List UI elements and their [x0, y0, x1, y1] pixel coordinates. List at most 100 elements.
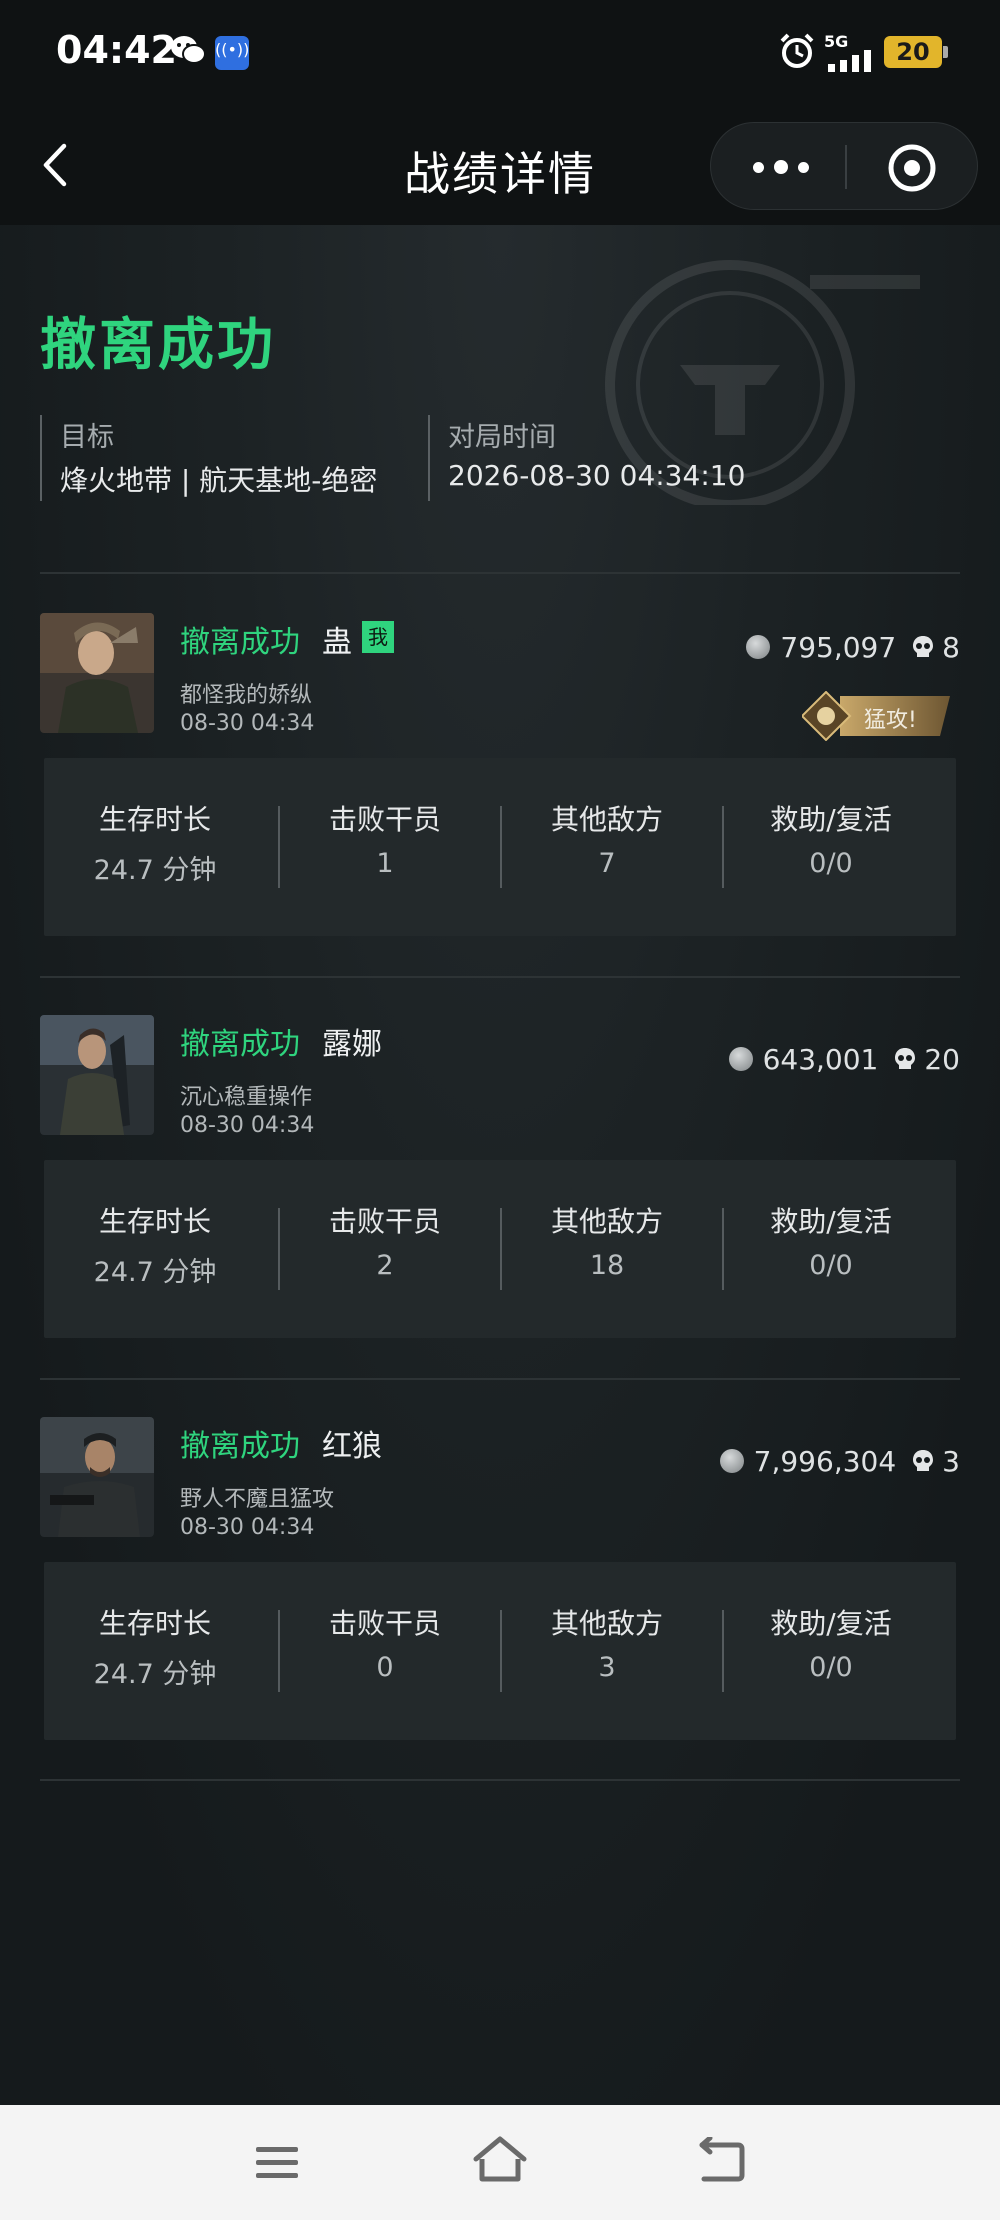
wechat-icon [171, 36, 206, 64]
meta-divider [40, 415, 42, 501]
stat-survival: 生存时长 24.7 分钟 [44, 1562, 266, 1740]
stat-assist-revive: 救助/复活 0/0 [720, 1160, 942, 1338]
stat-survival: 生存时长 24.7 分钟 [44, 1160, 266, 1338]
network-type: 5G [824, 32, 849, 51]
stat-other-enemies: 其他敌方 7 [496, 758, 718, 936]
player-status: 撤离成功 [180, 1027, 300, 1062]
stat-value: 24.7 分钟 [93, 1659, 217, 1690]
stat-operators-defeated: 击败干员 1 [274, 758, 496, 936]
stat-label: 击败干员 [328, 1205, 441, 1238]
target-value: 烽火地带 | 航天基地-绝密 [60, 464, 378, 497]
stats-panel: 生存时长 24.7 分钟 击败干员 0 其他敌方 3 救助/复活 0/0 [44, 1562, 956, 1740]
stat-assist-revive: 救助/复活 0/0 [720, 1562, 942, 1740]
player-value: 795,097 [780, 630, 897, 664]
mini-program-capsule [710, 122, 978, 210]
stats-panel: 生存时长 24.7 分钟 击败干员 1 其他敌方 7 救助/复活 0/0 [44, 758, 956, 936]
player-card[interactable]: 撤离成功 蛊 我 都怪我的娇纵 08-30 04:34 795,097 8 猛攻… [40, 613, 960, 1013]
stat-value: 24.7 分钟 [93, 855, 217, 886]
coin-icon [728, 1047, 753, 1071]
stat-label: 击败干员 [328, 803, 441, 836]
system-nav-bar [0, 2105, 1000, 2220]
stat-label: 击败干员 [328, 1607, 441, 1640]
stat-label: 其他敌方 [550, 1607, 663, 1640]
signal-icon [828, 50, 871, 72]
time-label: 对局时间 [448, 422, 556, 453]
stat-value: 24.7 分钟 [93, 1257, 217, 1288]
back-icon[interactable] [698, 2137, 746, 2183]
player-motto: 沉心稳重操作 [180, 1085, 313, 1110]
player-card[interactable]: 撤离成功 红狼 野人不魔且猛攻 08-30 04:34 7,996,304 3 … [40, 1417, 960, 1817]
player-kills: 20 [924, 1042, 960, 1076]
stat-value: 3 [598, 1652, 616, 1683]
status-bar: 04:42 ((•)) 5G 20 [0, 0, 1000, 110]
stat-value: 0/0 [809, 1250, 853, 1281]
divider [40, 1378, 960, 1380]
target-circle-icon[interactable] [887, 143, 937, 193]
badge-text: 猛攻! [864, 708, 917, 733]
player-time: 08-30 04:34 [180, 1515, 315, 1540]
status-time: 04:42 [56, 28, 177, 72]
stat-label: 生存时长 [98, 803, 211, 836]
stat-value: 18 [589, 1250, 625, 1281]
player-status: 撤离成功 [180, 1429, 300, 1464]
divider [40, 976, 960, 978]
result-title: 撤离成功 [40, 313, 276, 378]
player-name: 蛊 [322, 625, 352, 660]
stat-label: 生存时长 [98, 1205, 211, 1238]
stat-value: 1 [376, 848, 394, 879]
player-kills: 8 [942, 630, 960, 664]
capsule-divider [845, 145, 847, 189]
target-label: 目标 [60, 422, 114, 453]
player-motto: 都怪我的娇纵 [180, 683, 313, 708]
meta-divider [428, 415, 430, 501]
assault-badge: 猛攻! [800, 690, 952, 742]
stat-label: 生存时长 [98, 1607, 211, 1640]
skull-icon [895, 1048, 916, 1069]
avatar [40, 1015, 154, 1135]
nav-bar: 战绩详情 [0, 110, 1000, 225]
stat-assist-revive: 救助/复活 0/0 [720, 758, 942, 936]
player-kills: 3 [942, 1444, 960, 1478]
stat-label: 其他敌方 [550, 803, 663, 836]
stat-value: 2 [376, 1250, 394, 1281]
coin-icon [719, 1449, 744, 1473]
radio-badge-text: ((•)) [215, 40, 250, 59]
stat-survival: 生存时长 24.7 分钟 [44, 758, 266, 936]
skull-icon [913, 1450, 934, 1471]
stat-label: 救助/复活 [770, 803, 892, 836]
divider [40, 1779, 960, 1781]
coin-icon [746, 635, 771, 659]
stat-other-enemies: 其他敌方 18 [496, 1160, 718, 1338]
battery-icon: 20 [884, 36, 948, 68]
player-loot-kills: 795,097 8 [746, 627, 960, 667]
content-area: 撤离成功 目标 烽火地带 | 航天基地-绝密 对局时间 2026-08-30 0… [0, 225, 1000, 2105]
player-name: 露娜 [322, 1027, 382, 1062]
player-time: 08-30 04:34 [180, 711, 315, 736]
player-name: 红狼 [322, 1429, 382, 1464]
more-dots-icon[interactable] [751, 149, 811, 185]
home-icon[interactable] [472, 2135, 528, 2185]
stat-label: 救助/复活 [770, 1607, 892, 1640]
battery-level: 20 [896, 38, 930, 66]
stat-value: 0 [376, 1652, 394, 1683]
avatar [40, 1417, 154, 1537]
stat-value: 0/0 [809, 1652, 853, 1683]
stat-other-enemies: 其他敌方 3 [496, 1562, 718, 1740]
menu-icon[interactable] [254, 2143, 300, 2183]
stat-operators-defeated: 击败干员 0 [274, 1562, 496, 1740]
stats-panel: 生存时长 24.7 分钟 击败干员 2 其他敌方 18 救助/复活 0/0 [44, 1160, 956, 1338]
time-value: 2026-08-30 04:34:10 [448, 459, 746, 492]
stat-operators-defeated: 击败干员 2 [274, 1160, 496, 1338]
stat-value: 7 [598, 848, 616, 879]
player-loot-kills: 643,001 20 [728, 1039, 960, 1079]
alarm-icon [780, 33, 814, 68]
skull-icon [913, 636, 934, 657]
player-loot-kills: 7,996,304 3 [719, 1441, 960, 1481]
me-tag: 我 [362, 621, 394, 653]
player-card[interactable]: 撤离成功 露娜 沉心稳重操作 08-30 04:34 643,001 20 生存… [40, 1015, 960, 1415]
player-value: 643,001 [762, 1042, 879, 1076]
stat-value: 0/0 [809, 848, 853, 879]
player-status: 撤离成功 [180, 625, 300, 660]
avatar [40, 613, 154, 733]
player-time: 08-30 04:34 [180, 1113, 315, 1138]
